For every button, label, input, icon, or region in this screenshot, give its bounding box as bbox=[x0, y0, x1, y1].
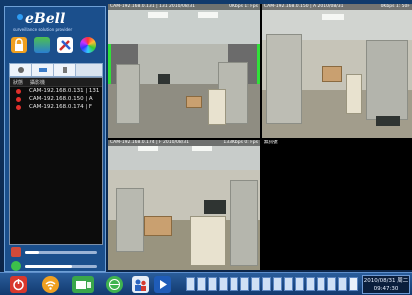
logo-mark-icon bbox=[17, 14, 23, 20]
device-list-header: 狀態 攝影機 bbox=[10, 78, 102, 87]
wifi-icon[interactable] bbox=[42, 276, 59, 293]
layout-4-button[interactable] bbox=[196, 277, 206, 291]
layout-6-button[interactable] bbox=[207, 277, 217, 291]
camera-label: CAM-192.168.0.150 | A bbox=[29, 96, 93, 102]
video-cell-4[interactable]: 無訊號 bbox=[262, 140, 412, 270]
color-wheel-icon[interactable] bbox=[80, 37, 96, 53]
list-item[interactable]: CAM-192.168.0.131 | 131 bbox=[10, 87, 102, 95]
bitrate: 133Kbps 0: Fps bbox=[223, 140, 258, 145]
bitrate: 0Kbps 1: 50F bbox=[380, 4, 410, 9]
mic-volume-slider[interactable] bbox=[25, 265, 97, 268]
logo-tagline: surveillance solution provider bbox=[13, 27, 73, 32]
image-settings-icon[interactable] bbox=[34, 37, 50, 53]
video-cell-2[interactable]: CAM-192.168.0.150 | A 2010/08/31 0Kbps 1… bbox=[262, 4, 412, 138]
layout-100-button[interactable] bbox=[338, 277, 348, 291]
column-camera: 攝影機 bbox=[30, 79, 46, 86]
video-cell-osd: CAM-192.168.0.131 | 131 2010/08/31 0Kbps… bbox=[108, 4, 260, 10]
video-cell-3[interactable]: CAM-192.168.0.174 | F 2010/08/31 133Kbps… bbox=[108, 140, 260, 270]
tab-cameras[interactable] bbox=[10, 64, 32, 76]
logo: eBell surveillance solution provider bbox=[9, 11, 103, 35]
logo-text: eBell bbox=[25, 11, 66, 27]
status-dot-icon bbox=[16, 88, 21, 94]
playback-icon[interactable] bbox=[154, 276, 171, 293]
status-dot-icon bbox=[16, 96, 21, 102]
status-dot-icon bbox=[16, 104, 21, 110]
speaker-icon[interactable] bbox=[11, 247, 21, 257]
video-cell-osd: CAM-192.168.0.174 | F 2010/08/31 133Kbps… bbox=[108, 140, 260, 146]
layout-20-button[interactable] bbox=[273, 277, 282, 291]
layout-9-button[interactable] bbox=[229, 277, 239, 291]
speaker-volume bbox=[11, 247, 101, 259]
layout-49-button[interactable] bbox=[305, 277, 315, 291]
bottom-toolbar: 2010/08/31 周二 09:47:30 bbox=[0, 272, 412, 295]
layout-81-button[interactable] bbox=[327, 277, 337, 291]
panel-tabs bbox=[9, 63, 103, 77]
sequence-button[interactable] bbox=[349, 277, 358, 291]
microphone-icon[interactable] bbox=[11, 261, 21, 271]
layout-1-button[interactable] bbox=[186, 277, 195, 291]
column-status: 狀態 bbox=[13, 79, 24, 86]
tools-icon[interactable] bbox=[57, 37, 73, 53]
layout-25-button[interactable] bbox=[283, 277, 293, 291]
camera-title: CAM-192.168.0.150 | A 2010/08/31 bbox=[264, 4, 344, 9]
device-list: 狀態 攝影機 CAM-192.168.0.131 | 131 CAM-192.1… bbox=[9, 77, 103, 245]
ebell-surveillance-app: eBell surveillance solution provider 狀態 … bbox=[0, 0, 412, 295]
tab-network[interactable] bbox=[32, 64, 54, 76]
no-signal-text: 無訊號 bbox=[264, 140, 278, 145]
globe-icon[interactable] bbox=[106, 276, 123, 293]
layout-36-button[interactable] bbox=[294, 277, 304, 291]
sidebar: eBell surveillance solution provider 狀態 … bbox=[4, 6, 106, 272]
video-grid: CAM-192.168.0.131 | 131 2010/08/31 0Kbps… bbox=[108, 4, 412, 270]
clock-time: 09:47:30 bbox=[373, 286, 399, 292]
record-icon[interactable] bbox=[72, 276, 94, 293]
clock-date: 2010/08/31 周二 bbox=[363, 278, 409, 284]
bitrate: 0Kbps 1: Fps bbox=[229, 4, 258, 9]
video-cell-osd: CAM-192.168.0.150 | A 2010/08/31 0Kbps 1… bbox=[262, 4, 412, 10]
speaker-volume-slider[interactable] bbox=[25, 251, 97, 254]
video-cell-osd: 無訊號 bbox=[262, 140, 412, 146]
power-icon[interactable] bbox=[10, 276, 27, 293]
users-icon[interactable] bbox=[132, 276, 149, 293]
list-item[interactable]: CAM-192.168.0.150 | A bbox=[10, 95, 102, 103]
layout-8-button[interactable] bbox=[218, 277, 228, 291]
clock: 2010/08/31 周二 09:47:30 bbox=[362, 275, 410, 294]
tab-settings[interactable] bbox=[54, 64, 76, 76]
lock-icon[interactable] bbox=[11, 37, 27, 53]
layout-16-button[interactable] bbox=[262, 277, 271, 291]
layout-10-button[interactable] bbox=[240, 277, 250, 291]
layout-13-button[interactable] bbox=[251, 277, 261, 291]
list-item[interactable]: CAM-192.168.0.174 | F bbox=[10, 103, 102, 111]
camera-title: CAM-192.168.0.131 | 131 2010/08/31 bbox=[110, 4, 195, 9]
layout-64-button[interactable] bbox=[316, 277, 326, 291]
camera-label: CAM-192.168.0.174 | F bbox=[29, 104, 93, 110]
camera-label: CAM-192.168.0.131 | 131 bbox=[29, 88, 100, 94]
camera-title: CAM-192.168.0.174 | F 2010/08/31 bbox=[110, 140, 189, 145]
video-cell-1[interactable]: CAM-192.168.0.131 | 131 2010/08/31 0Kbps… bbox=[108, 4, 260, 138]
layout-selector bbox=[186, 277, 358, 291]
quick-icons bbox=[11, 37, 103, 57]
